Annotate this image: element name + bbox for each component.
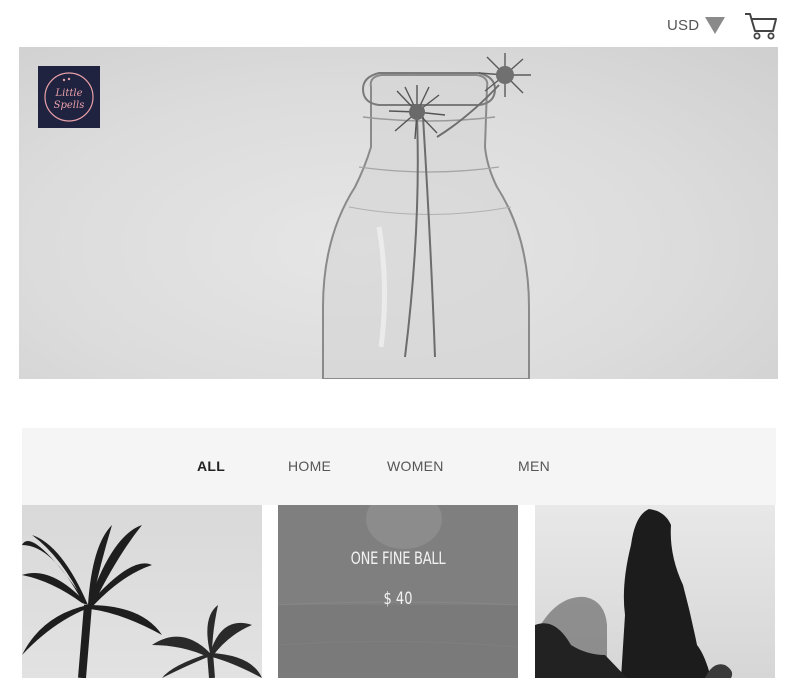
tab-men[interactable]: MEN xyxy=(518,458,550,474)
logo-emblem: Little Spells xyxy=(44,72,94,122)
product-price: $ 40 xyxy=(383,589,413,609)
currency-label: USD xyxy=(667,16,700,34)
brand-logo[interactable]: Little Spells xyxy=(38,66,100,128)
shopping-cart-icon[interactable] xyxy=(743,11,779,41)
top-bar: USD xyxy=(0,0,799,47)
logo-text-line1: Little xyxy=(55,88,83,99)
logo-text-line2: Spells xyxy=(54,100,85,111)
category-filter-bar: ALL HOME WOMEN MEN xyxy=(22,428,776,505)
hero-banner: Little Spells xyxy=(19,47,778,379)
product-card-one-fine-ball[interactable]: ONE FINE BALL $ 40 xyxy=(278,505,518,678)
currency-selector[interactable]: USD xyxy=(667,14,726,36)
product-card[interactable] xyxy=(22,505,262,678)
hero-image xyxy=(322,53,531,379)
tab-home[interactable]: HOME xyxy=(288,458,331,474)
caret-down-icon xyxy=(705,16,726,34)
tab-all[interactable]: ALL xyxy=(197,458,225,474)
product-card[interactable] xyxy=(535,505,775,678)
tab-women[interactable]: WOMEN xyxy=(387,458,444,474)
product-name: ONE FINE BALL xyxy=(350,549,446,569)
product-image-rock-spire xyxy=(535,509,733,678)
product-image-palm-trees xyxy=(22,525,262,678)
